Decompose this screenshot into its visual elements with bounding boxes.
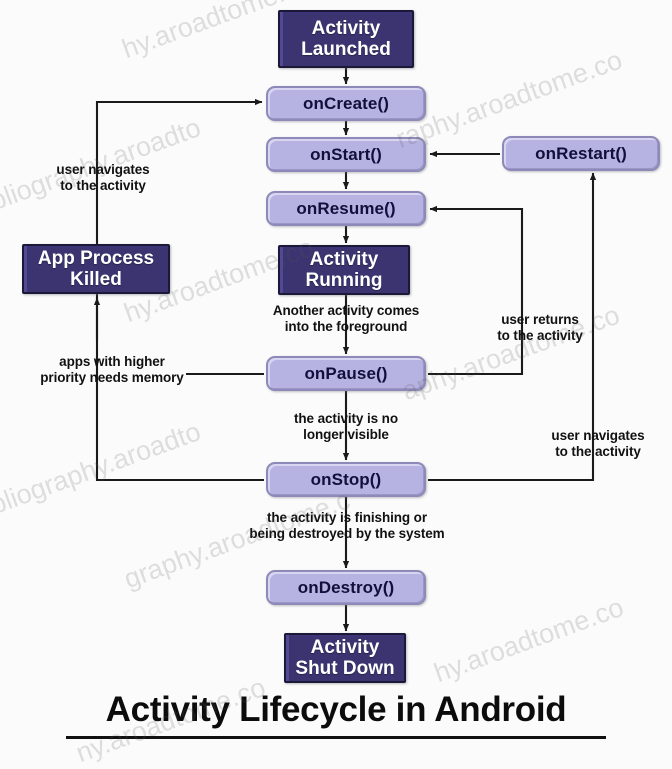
title-underline [66, 736, 606, 739]
node-app-process-killed-label: App Process Killed [37, 247, 155, 290]
node-on-pause-label: onPause() [304, 363, 388, 383]
node-activity-running[interactable]: Activity Running [278, 245, 410, 295]
node-activity-shut-down[interactable]: Activity Shut Down [284, 633, 406, 683]
edge-label-no-longer-visible: the activity is no longer visible [294, 411, 398, 442]
edge-label-user-navigates-left: user navigates to the activity [56, 162, 150, 193]
node-on-create-label: onCreate() [302, 93, 389, 113]
node-on-pause[interactable]: onPause() [266, 356, 426, 391]
node-app-process-killed[interactable]: App Process Killed [22, 244, 170, 294]
diagram-title: Activity Lifecycle in Android [105, 690, 567, 729]
node-on-stop[interactable]: onStop() [266, 462, 426, 497]
node-activity-launched[interactable]: Activity Launched [278, 10, 414, 68]
node-activity-launched-label: Activity Launched [301, 17, 391, 60]
node-on-stop-label: onStop() [310, 469, 382, 489]
edge-label-activity-finishing: the activity is finishing or being destr… [249, 510, 445, 541]
node-on-start[interactable]: onStart() [266, 137, 426, 172]
node-on-resume-label: onResume() [296, 198, 396, 218]
node-on-restart-label: onRestart() [535, 143, 627, 163]
node-on-destroy-label: onDestroy() [297, 577, 395, 597]
edge-label-user-navigates-right: user navigates to the activity [551, 428, 645, 459]
node-activity-shut-down-label: Activity Shut Down [295, 636, 395, 679]
node-on-resume[interactable]: onResume() [266, 191, 426, 226]
node-on-restart[interactable]: onRestart() [502, 136, 660, 171]
node-on-create[interactable]: onCreate() [266, 86, 426, 121]
node-on-destroy[interactable]: onDestroy() [266, 570, 426, 605]
diagram-canvas: Activity Launched onCreate() onStart() o… [0, 0, 672, 769]
node-activity-running-label: Activity Running [305, 248, 383, 291]
diagram-title-block: Activity Lifecycle in Android [0, 690, 672, 739]
edge-label-another-activity-foreground: Another activity comes into the foregrou… [272, 303, 420, 334]
edge-label-user-returns: user returns to the activity [497, 312, 583, 343]
edge-label-apps-higher-priority: apps with higher priority needs memory [40, 354, 184, 385]
node-on-start-label: onStart() [310, 144, 382, 164]
edge-onpause-to-onresume-right [428, 205, 524, 376]
